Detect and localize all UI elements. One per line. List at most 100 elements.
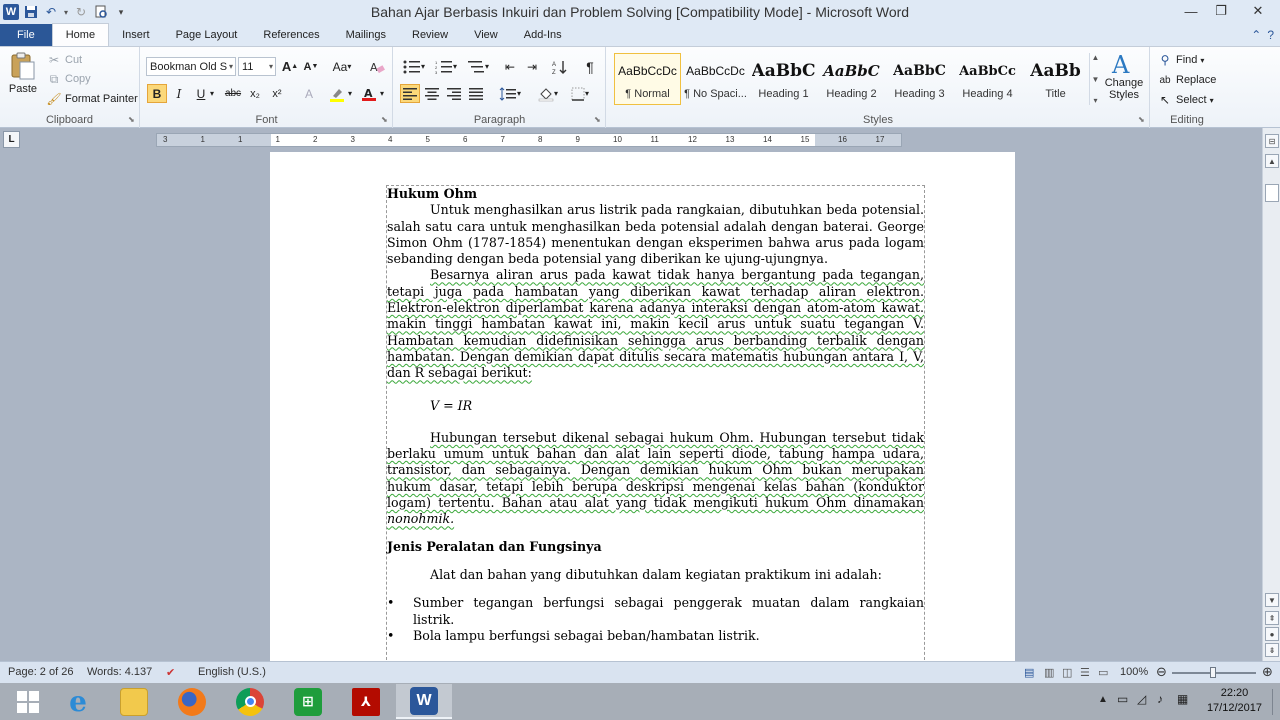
start-button[interactable] xyxy=(0,684,56,719)
taskbar-file-explorer[interactable] xyxy=(106,684,162,719)
volume-icon[interactable]: ♪ xyxy=(1157,692,1163,706)
clipboard-launcher-icon[interactable]: ⬊ xyxy=(128,116,136,124)
paste-button[interactable]: Paste xyxy=(6,51,40,107)
underline-dropdown-icon[interactable]: ▾ xyxy=(207,84,217,103)
style-title[interactable]: AaBb Title xyxy=(1022,53,1089,105)
text-effects-icon[interactable]: A xyxy=(299,84,319,103)
select-button[interactable]: ↖ Select ▾ xyxy=(1157,91,1214,109)
style-heading-1[interactable]: AaBbC Heading 1 xyxy=(750,53,817,105)
tab-references[interactable]: References xyxy=(250,24,332,46)
tab-home[interactable]: Home xyxy=(51,23,110,46)
proofing-icon[interactable]: ✔ xyxy=(166,666,175,679)
sort-icon[interactable]: AZ xyxy=(550,57,570,76)
format-painter-button[interactable]: 🖌 Format Painter xyxy=(46,90,137,108)
font-color-icon[interactable]: A xyxy=(359,84,379,103)
language[interactable]: English (U.S.) xyxy=(198,666,266,678)
find-button[interactable]: ⚲ Find ▾ xyxy=(1157,51,1205,69)
highlight-icon[interactable] xyxy=(327,84,347,103)
highlight-dropdown-icon[interactable]: ▾ xyxy=(345,84,355,103)
align-left-button[interactable] xyxy=(400,84,420,103)
tab-page-layout[interactable]: Page Layout xyxy=(163,24,251,46)
scroll-up-icon[interactable]: ▲ xyxy=(1265,154,1279,168)
print-preview-icon[interactable] xyxy=(92,3,110,21)
show-hidden-icons[interactable]: ▲ xyxy=(1098,694,1108,705)
align-right-button[interactable] xyxy=(444,84,464,103)
outline-icon[interactable]: ☰ xyxy=(1080,666,1090,679)
scroll-thumb[interactable] xyxy=(1265,184,1279,202)
horizontal-ruler[interactable]: 3 1 1 1 2 3 4 5 6 7 8 9 10 11 12 13 14 15 16 17 xyxy=(156,133,902,147)
tab-file[interactable]: File xyxy=(0,24,52,46)
clear-formatting-icon[interactable]: A xyxy=(367,57,387,76)
more-styles-icon[interactable]: ▾ xyxy=(1093,96,1097,105)
strikethrough-button[interactable]: abc xyxy=(223,84,243,103)
styles-launcher-icon[interactable]: ⬊ xyxy=(1138,116,1146,124)
battery-icon[interactable]: ▭ xyxy=(1117,692,1128,706)
zoom-in-icon[interactable]: ⊕ xyxy=(1262,664,1273,680)
show-desktop-button[interactable] xyxy=(1272,689,1276,715)
zoom-out-icon[interactable]: ⊖ xyxy=(1156,664,1167,680)
full-screen-reading-icon[interactable]: ▥ xyxy=(1044,666,1054,679)
keyboard-icon[interactable]: ▦ xyxy=(1177,692,1188,706)
taskbar-store[interactable]: ⊞ xyxy=(280,684,336,719)
page-count[interactable]: Page: 2 of 26 xyxy=(8,666,73,678)
styles-scroll[interactable]: ▲ ▼ ▾ xyxy=(1089,53,1101,105)
taskbar-acrobat[interactable]: ⅄ xyxy=(338,684,394,719)
tab-selector-icon[interactable]: L xyxy=(3,131,20,148)
paragraph-launcher-icon[interactable]: ⬊ xyxy=(594,116,602,124)
align-center-button[interactable] xyxy=(422,84,442,103)
chevron-down-icon[interactable]: ▼ xyxy=(1092,75,1100,84)
font-size-combo[interactable]: 11 ▾ xyxy=(238,57,276,76)
print-layout-icon[interactable]: ▤ xyxy=(1024,666,1034,679)
restore-button[interactable]: ❐ xyxy=(1206,0,1236,22)
customize-qat-icon[interactable]: ▾ xyxy=(112,3,130,21)
change-case-button[interactable]: Aa ▾ xyxy=(329,57,355,76)
scroll-down-icon[interactable]: ▼ xyxy=(1265,593,1279,607)
word-count[interactable]: Words: 4.137 xyxy=(87,666,152,678)
zoom-slider-thumb[interactable] xyxy=(1210,667,1216,678)
borders-button[interactable]: ▾ xyxy=(566,84,594,103)
ribbon-minimize-icon[interactable]: ⌃ xyxy=(1251,28,1261,42)
taskbar-firefox[interactable] xyxy=(164,684,220,719)
subscript-button[interactable]: x₂ xyxy=(245,84,265,103)
numbering-button[interactable]: 1 2 3 ▾ xyxy=(432,57,460,76)
show-hide-pilcrow-button[interactable]: ¶ xyxy=(580,57,600,76)
tab-review[interactable]: Review xyxy=(399,24,461,46)
zoom-level[interactable]: 100% xyxy=(1120,666,1148,678)
redo-icon[interactable]: ↻ xyxy=(72,3,90,21)
style-heading-4[interactable]: AaBbCc Heading 4 xyxy=(954,53,1021,105)
tab-mailings[interactable]: Mailings xyxy=(333,24,399,46)
tab-add-ins[interactable]: Add-Ins xyxy=(511,24,575,46)
web-layout-icon[interactable]: ◫ xyxy=(1062,666,1072,679)
change-styles-button[interactable]: A Change Styles xyxy=(1103,51,1145,111)
taskbar-internet-explorer[interactable]: e xyxy=(50,684,106,719)
line-spacing-button[interactable]: ▾ xyxy=(496,84,524,103)
decrease-indent-icon[interactable]: ⇤ xyxy=(500,57,520,76)
minimize-button[interactable]: — xyxy=(1176,0,1206,22)
tab-insert[interactable]: Insert xyxy=(109,24,163,46)
select-browse-object-icon[interactable]: ● xyxy=(1265,627,1279,641)
text-body[interactable]: Hukum Ohm Untuk menghasilkan arus listri… xyxy=(386,185,925,661)
replace-button[interactable]: ab Replace xyxy=(1157,71,1216,89)
document-page[interactable]: Hukum Ohm Untuk menghasilkan arus listri… xyxy=(270,152,1015,661)
style-no-spacing[interactable]: AaBbCcDc ¶ No Spaci... xyxy=(682,53,749,105)
shrink-font-button[interactable]: A ▼ xyxy=(301,57,321,76)
bold-button[interactable]: B xyxy=(147,84,167,103)
bullets-button[interactable]: ▾ xyxy=(400,57,428,76)
tab-view[interactable]: View xyxy=(461,24,511,46)
increase-indent-icon[interactable]: ⇥ xyxy=(522,57,542,76)
network-icon[interactable]: ◿ xyxy=(1137,692,1146,706)
font-name-combo[interactable]: Bookman Old S ▾ xyxy=(146,57,236,76)
grow-font-button[interactable]: A ▲ xyxy=(280,57,300,76)
word-app-icon[interactable]: W xyxy=(2,3,20,21)
help-icon[interactable]: ? xyxy=(1267,28,1274,42)
style-heading-2[interactable]: AaBbC Heading 2 xyxy=(818,53,885,105)
cut-button[interactable]: ✂ Cut xyxy=(46,51,82,69)
close-button[interactable]: ✕ xyxy=(1236,0,1280,22)
superscript-button[interactable]: x² xyxy=(267,84,287,103)
draft-icon[interactable]: ▭ xyxy=(1098,666,1108,679)
copy-button[interactable]: ⧉ Copy xyxy=(46,70,91,88)
style-normal[interactable]: AaBbCcDc ¶ Normal xyxy=(614,53,681,105)
vertical-scrollbar[interactable]: ⊟ ▲ ▼ ⇞ ● ⇟ xyxy=(1262,128,1280,661)
italic-button[interactable]: I xyxy=(169,84,189,103)
taskbar-chrome[interactable] xyxy=(222,684,278,719)
